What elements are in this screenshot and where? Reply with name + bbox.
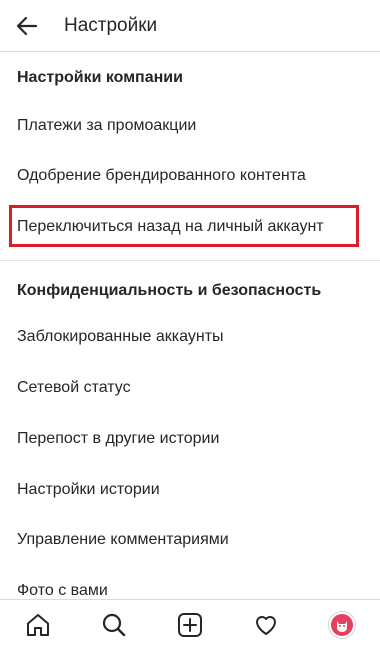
nav-search-button[interactable] <box>94 605 134 645</box>
search-icon <box>102 613 126 637</box>
nav-activity-button[interactable] <box>246 605 286 645</box>
add-post-icon <box>178 613 202 637</box>
settings-item-story-settings[interactable]: Настройки истории <box>17 481 160 499</box>
settings-item-comment-controls[interactable]: Управление комментариями <box>17 531 229 549</box>
settings-item-activity-status[interactable]: Сетевой статус <box>17 379 131 397</box>
heart-icon <box>256 616 276 635</box>
settings-item-photos-of-you[interactable]: Фото с вами <box>17 582 108 599</box>
page-title: Настройки <box>64 14 158 36</box>
back-button[interactable] <box>2 0 52 52</box>
home-icon <box>27 614 49 636</box>
section-title-company: Настройки компании <box>17 69 183 86</box>
settings-item-branded-content[interactable]: Одобрение брендированного контента <box>17 167 306 185</box>
section-title-privacy: Конфиденциальность и безопасность <box>17 282 322 299</box>
settings-item-blocked-accounts[interactable]: Заблокированные аккаунты <box>17 328 224 346</box>
cat-icon <box>337 621 347 632</box>
nav-add-post-button[interactable] <box>170 605 210 645</box>
bottom-nav <box>0 599 380 650</box>
arrow-left-icon <box>16 16 38 35</box>
nav-home-button[interactable] <box>18 605 58 645</box>
divider <box>0 260 380 261</box>
profile-avatar <box>329 612 355 638</box>
settings-list: Настройки компании Платежи за промоакции… <box>0 53 380 599</box>
nav-profile-button[interactable] <box>322 605 362 645</box>
settings-item-reshare-stories[interactable]: Перепост в другие истории <box>17 430 219 448</box>
settings-item-promo-payments[interactable]: Платежи за промоакции <box>17 117 196 135</box>
top-bar: Настройки <box>0 0 380 52</box>
highlight-box <box>9 205 359 247</box>
